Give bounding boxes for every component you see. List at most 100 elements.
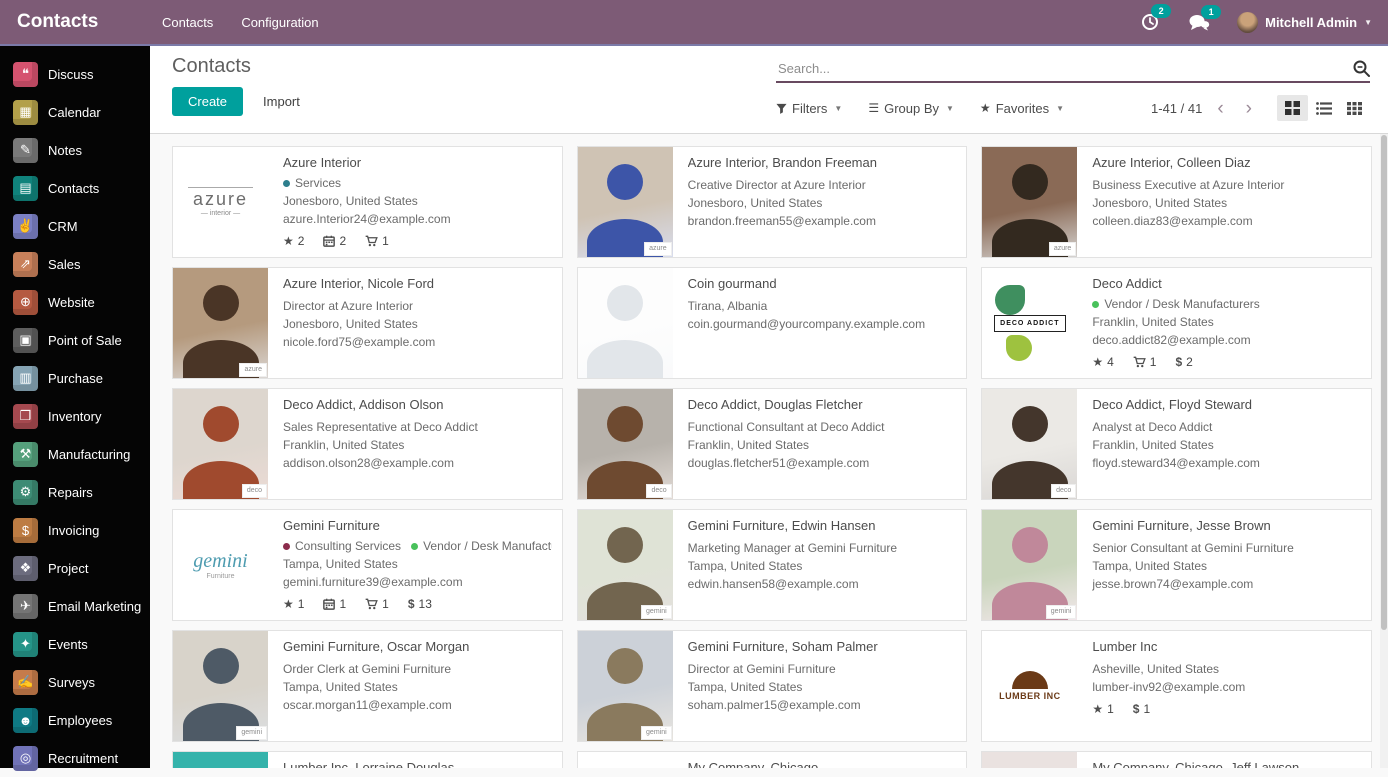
sidebar-item-discuss[interactable]: ❝Discuss [0,55,150,93]
contact-card[interactable]: geminiGemini Furniture, Edwin HansenMark… [577,509,968,621]
sidebar-item-website[interactable]: ⊕Website [0,283,150,321]
contact-name: Deco Addict, Addison Olson [283,397,552,412]
calendar-badge-count: 2 [339,234,346,248]
contact-tags: Consulting ServicesVendor / Desk Manufac… [283,539,552,553]
menu-contacts[interactable]: Contacts [162,15,213,30]
contact-card[interactable]: decoDeco Addict, Addison OlsonSales Repr… [172,388,563,500]
contact-tags: Vendor / Desk Manufacturers [1092,297,1361,311]
contact-email: azure.Interior24@example.com [283,212,552,226]
contact-email: lumber-inv92@example.com [1092,680,1361,694]
contact-badges: ★1$1 [1092,702,1361,716]
company-chip-label: gemini [1046,605,1077,619]
contact-card[interactable]: azureAzure Interior, Colleen DiazBusines… [981,146,1372,258]
sidebar-item-repairs[interactable]: ⚙Repairs [0,473,150,511]
pager-range[interactable]: 1-41 / 41 [1151,101,1202,116]
activities-button[interactable]: 2 [1131,7,1169,37]
contact-location: Tampa, United States [1092,559,1361,573]
dollar-badge-count: 13 [419,597,432,611]
contact-card[interactable]: My Company, Chicago [577,751,968,768]
contact-name: Gemini Furniture, Soham Palmer [688,639,957,654]
contact-name: Deco Addict, Floyd Steward [1092,397,1361,412]
company-chip-label: gemini [641,605,672,619]
contact-job-title: Business Executive at Azure Interior [1092,178,1361,192]
dollar-icon: $ [1133,702,1140,716]
group-by-dropdown[interactable]: ☰ Group By ▼ [868,101,954,116]
contact-photo [173,752,268,768]
sidebar-item-email-marketing[interactable]: ✈Email Marketing [0,587,150,625]
contact-name: Azure Interior, Nicole Ford [283,276,552,291]
sidebar-item-employees[interactable]: ☻Employees [0,701,150,739]
scrollbar-thumb[interactable] [1381,135,1387,630]
contact-card-body: Gemini Furniture, Soham PalmerDirector a… [673,631,967,741]
contact-card[interactable]: decoDeco Addict, Floyd StewardAnalyst at… [981,388,1372,500]
contact-card[interactable]: geminiFurnitureGemini FurnitureConsultin… [172,509,563,621]
kanban-view-button[interactable] [1277,95,1308,121]
contact-card[interactable]: LUMBER INCLumber IncAsheville, United St… [981,630,1372,742]
filters-dropdown[interactable]: Filters ▼ [776,101,842,116]
apps-sidebar: ❝Discuss▦Calendar✎Notes▤Contacts✌CRM⇗Sal… [0,46,150,768]
contact-card[interactable]: azure— interior —Azure InteriorServicesJ… [172,146,563,258]
contact-card[interactable]: DECO ADDICTDeco AddictVendor / Desk Manu… [981,267,1372,379]
sidebar-item-calendar[interactable]: ▦Calendar [0,93,150,131]
sidebar-item-events[interactable]: ✦Events [0,625,150,663]
pager-next-button[interactable]: › [1235,99,1263,118]
sidebar-item-label: Inventory [48,409,101,424]
contact-card[interactable]: My Company, Chicago, Jeff Lawson [981,751,1372,768]
search-icon[interactable] [1352,59,1370,77]
sidebar-item-label: Invoicing [48,523,99,538]
contact-card[interactable]: azureAzure Interior, Nicole FordDirector… [172,267,563,379]
contact-photo: azure [982,147,1077,257]
sidebar-item-sales[interactable]: ⇗Sales [0,245,150,283]
tag-label: Vendor / Desk Manufacturers [423,539,552,553]
sidebar-item-inventory[interactable]: ❒Inventory [0,397,150,435]
company-chip-label: azure [1049,242,1077,256]
contact-card[interactable]: geminiGemini Furniture, Soham PalmerDire… [577,630,968,742]
sidebar-item-label: Purchase [48,371,103,386]
contact-card[interactable]: geminiGemini Furniture, Oscar MorganOrde… [172,630,563,742]
sidebar-item-invoicing[interactable]: $Invoicing [0,511,150,549]
systray: 2 1 Mitchell Admin ▼ [1131,7,1388,37]
point-of-sale-app-icon: ▣ [13,328,38,353]
contact-card[interactable]: decoDeco Addict, Douglas FletcherFunctio… [577,388,968,500]
sidebar-item-surveys[interactable]: ✍Surveys [0,663,150,701]
user-menu[interactable]: Mitchell Admin ▼ [1229,12,1372,33]
contact-photo [578,268,673,378]
contact-card[interactable]: Coin gourmandTirana, Albaniacoin.gourman… [577,267,968,379]
sidebar-item-notes[interactable]: ✎Notes [0,131,150,169]
sidebar-item-purchase[interactable]: ▥Purchase [0,359,150,397]
tag-dot [283,543,290,550]
sidebar-item-point-of-sale[interactable]: ▣Point of Sale [0,321,150,359]
pager-previous-button[interactable]: ‹ [1206,99,1234,118]
contact-card[interactable]: geminiGemini Furniture, Jesse BrownSenio… [981,509,1372,621]
contact-card[interactable]: azureAzure Interior, Brandon FreemanCrea… [577,146,968,258]
cart-badge-count: 1 [382,597,389,611]
calendar-badge-count: 1 [339,597,346,611]
list-view-button[interactable] [1308,95,1339,121]
contact-photo [578,752,673,768]
dollar-icon: $ [408,597,415,611]
sidebar-item-contacts[interactable]: ▤Contacts [0,169,150,207]
sidebar-item-crm[interactable]: ✌CRM [0,207,150,245]
contact-name: Azure Interior [283,155,552,170]
import-button[interactable]: Import [261,87,302,116]
app-brand[interactable]: Contacts [0,11,150,33]
vertical-scrollbar[interactable] [1380,134,1388,768]
company-chip-label: deco [1051,484,1076,498]
search-input[interactable] [776,60,1352,77]
sidebar-item-label: Repairs [48,485,93,500]
favorites-dropdown[interactable]: ★ Favorites ▼ [980,101,1064,116]
create-button[interactable]: Create [172,87,243,116]
star-badge: ★1 [1092,702,1113,716]
calendar-badge: 2 [323,234,346,248]
sidebar-item-manufacturing[interactable]: ⚒Manufacturing [0,435,150,473]
sidebar-item-recruitment[interactable]: ◎Recruitment [0,739,150,777]
contact-tags: Services [283,176,552,190]
contact-card-body: Gemini Furniture, Edwin HansenMarketing … [673,510,967,620]
sidebar-item-project[interactable]: ❖Project [0,549,150,587]
activity-view-button[interactable] [1339,95,1370,121]
messages-button[interactable]: 1 [1179,8,1219,37]
contact-card[interactable]: Lumber Inc, Lorraine Douglas [172,751,563,768]
menu-configuration[interactable]: Configuration [241,15,318,30]
contact-location: Tampa, United States [688,680,957,694]
contact-photo: geminiFurniture [173,510,268,620]
